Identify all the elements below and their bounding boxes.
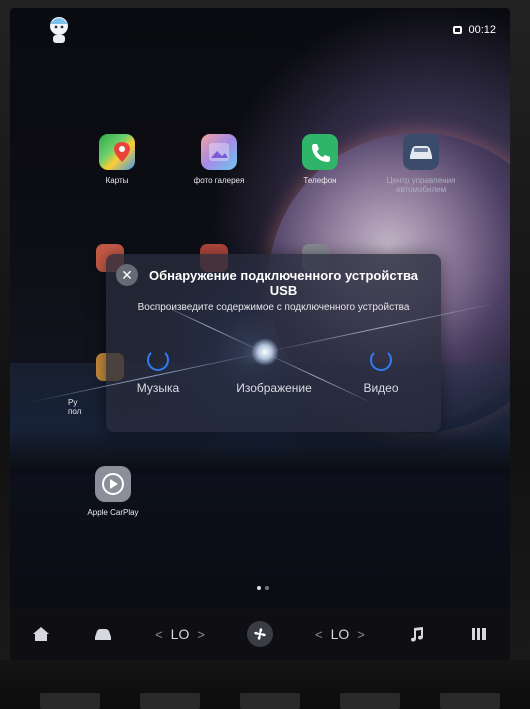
page-dot-active: [257, 586, 261, 590]
car-vent-frame: [0, 660, 530, 709]
video-loading-icon: [370, 349, 392, 371]
app-label: Ру: [68, 398, 78, 407]
app-label: Apple CarPlay: [87, 508, 139, 517]
app-label-line2: автомобилем: [395, 185, 447, 194]
head-unit-screen: 00:12 Карты фото галерея Телефон Центр у…: [10, 8, 510, 660]
app-photo-gallery[interactable]: фото галерея: [174, 134, 264, 185]
app-label: Карты: [105, 176, 129, 185]
camera-flash-glare: [251, 338, 279, 366]
bottom-dock: < LO > < LO >: [10, 608, 510, 660]
left-temperature-control[interactable]: < LO >: [155, 626, 205, 642]
clock: 00:12: [468, 24, 496, 36]
lock-icon: [453, 26, 463, 34]
chevron-right-icon[interactable]: >: [197, 627, 205, 642]
vent-slat: [340, 693, 400, 709]
app-label: Телефон: [303, 176, 337, 185]
page-indicator: [257, 586, 269, 590]
music-note-icon[interactable]: [407, 624, 427, 644]
app-maps[interactable]: Карты: [72, 134, 162, 185]
vent-slat: [40, 693, 100, 709]
right-temperature-control[interactable]: < LO >: [315, 626, 365, 642]
app-vehicle-control-center[interactable]: Центр управления автомобилем: [376, 134, 466, 194]
gallery-icon: [201, 134, 237, 170]
app-apple-carplay[interactable]: Apple CarPlay: [68, 466, 158, 517]
app-partial-hidden[interactable]: Ру пол: [68, 398, 108, 416]
app-label: фото галерея: [193, 176, 245, 185]
left-temperature-value: LO: [170, 626, 190, 642]
apps-grid-icon[interactable]: [469, 624, 489, 644]
status-bar: 00:12: [453, 24, 496, 36]
carplay-icon: [95, 466, 131, 502]
dialog-title: Обнаружение подключенного устройства USB: [149, 268, 418, 298]
vent-slat: [440, 693, 500, 709]
car-icon: [403, 134, 439, 170]
phone-icon: [302, 134, 338, 170]
chevron-left-icon[interactable]: <: [155, 627, 163, 642]
option-label: Видео: [363, 381, 399, 395]
app-label: Центр управления: [386, 176, 456, 185]
maps-icon: [99, 134, 135, 170]
chevron-left-icon[interactable]: <: [315, 627, 323, 642]
option-video[interactable]: Видео: [331, 349, 431, 395]
fan-icon[interactable]: [246, 621, 273, 647]
app-phone[interactable]: Телефон: [275, 134, 365, 185]
option-music[interactable]: Музыка: [108, 349, 208, 395]
vent-slat: [140, 693, 200, 709]
music-loading-icon: [147, 349, 169, 371]
assistant-avatar-icon[interactable]: [46, 14, 72, 44]
vehicle-icon[interactable]: [93, 624, 113, 644]
home-icon[interactable]: [31, 624, 51, 644]
option-label: Изображение: [236, 381, 312, 395]
page-dot: [265, 586, 269, 590]
vent-slat: [240, 693, 300, 709]
app-label-line2: пол: [68, 407, 82, 416]
close-icon[interactable]: ✕: [116, 264, 138, 286]
option-label: Музыка: [136, 381, 180, 395]
right-temperature-value: LO: [330, 626, 350, 642]
chevron-right-icon[interactable]: >: [357, 627, 365, 642]
